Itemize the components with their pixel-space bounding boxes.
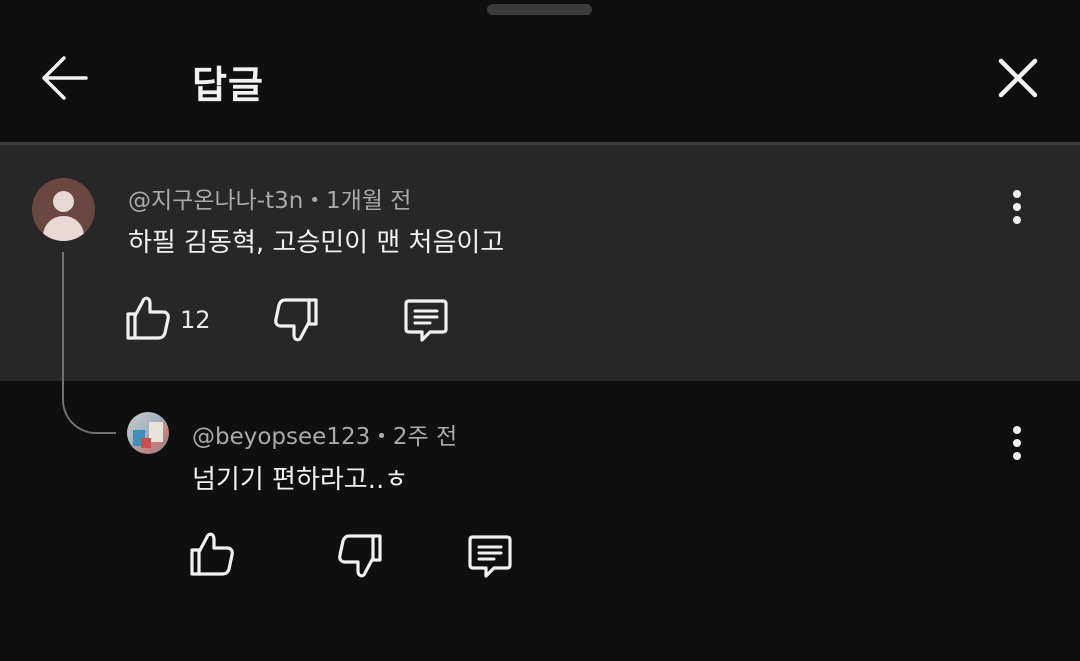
comment-meta: @지구온나나-t3n • 1개월 전 (128, 181, 411, 215)
close-button[interactable] (994, 54, 1042, 102)
header: 답글 (0, 0, 1080, 142)
more-vertical-icon (1013, 190, 1021, 224)
reply-time: 2주 전 (392, 424, 458, 450)
thumbs-down-icon (274, 298, 318, 342)
reply-author[interactable]: @beyopsee123 (192, 424, 370, 450)
avatar[interactable] (32, 178, 95, 241)
comment-author[interactable]: @지구온나나-t3n (128, 188, 303, 214)
reply-meta: @beyopsee123 • 2주 전 (192, 417, 457, 451)
thumbs-up-icon (190, 532, 234, 576)
close-icon (998, 58, 1038, 98)
thread-connector (62, 252, 116, 434)
like-button[interactable] (186, 528, 238, 580)
reply-icon (404, 299, 448, 342)
thumbs-down-icon (338, 534, 382, 578)
like-count: 12 (180, 306, 211, 334)
meta-separator: • (376, 426, 387, 447)
more-options-button[interactable] (1002, 187, 1032, 227)
reply-text: 넘기기 편하라고..ㅎ (192, 465, 409, 495)
more-options-button[interactable] (1002, 423, 1032, 463)
comment-text: 하필 김동혁, 고승민이 맨 처음이고 (128, 228, 505, 258)
dislike-button[interactable] (334, 530, 386, 582)
like-button[interactable] (122, 292, 174, 344)
back-button[interactable] (36, 52, 92, 104)
more-vertical-icon (1013, 426, 1021, 460)
arrow-left-icon (42, 56, 88, 100)
page-title: 답글 (192, 63, 264, 107)
dislike-button[interactable] (270, 294, 322, 346)
avatar[interactable] (127, 412, 169, 454)
reply-button[interactable] (464, 530, 516, 582)
thumbs-up-icon (126, 296, 170, 340)
comment-time: 1개월 전 (325, 188, 412, 214)
reply-button[interactable] (400, 294, 452, 346)
meta-separator: • (309, 190, 320, 211)
reply-icon (468, 535, 512, 578)
